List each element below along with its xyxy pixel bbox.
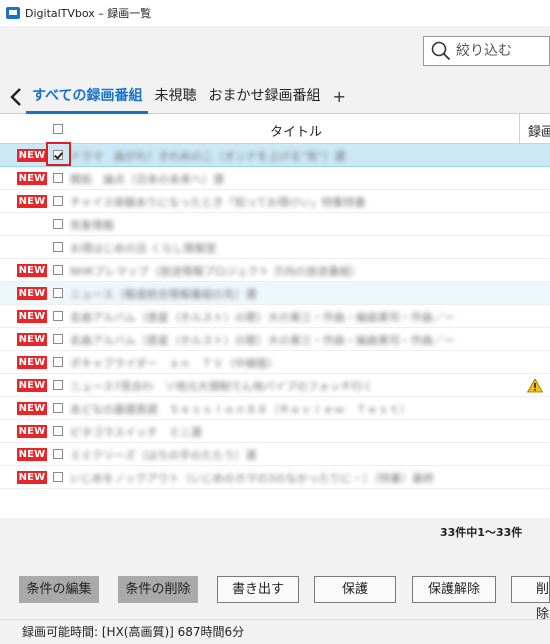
row-title: ドラマ 曲がれ！きれめのこ（オンナを上げる“気”）選 xyxy=(70,150,346,163)
row-title: ボキャブライダー ａｎ ＴＶ（中継版） xyxy=(70,357,279,370)
recordings-table: タイトル 録画 NEW ドラマ 曲がれ！きれめのこ（オンナを上げる“気”）選 NEW… xyxy=(0,114,550,518)
table-row[interactable]: NEW ニュース7見合わ ソ地元大規制でん地パイプのフォッチ行く xyxy=(0,374,550,397)
edit-condition-button[interactable]: 条件の編集 xyxy=(19,576,99,603)
row-checkbox[interactable] xyxy=(53,449,63,459)
row-checkbox[interactable] xyxy=(53,472,63,482)
column-divider[interactable] xyxy=(519,114,520,144)
column-header-recorded[interactable]: 録画 xyxy=(528,121,550,140)
new-badge: NEW xyxy=(17,425,47,438)
new-badge: NEW xyxy=(17,195,47,208)
search-icon xyxy=(431,41,451,61)
delete-condition-button[interactable]: 条件の削除 xyxy=(118,576,198,603)
table-row[interactable]: NEW ドラマ 曲がれ！きれめのこ（オンナを上げる“気”）選 xyxy=(0,144,550,167)
new-badge: NEW xyxy=(17,379,47,392)
row-title: 開拓 論点（日本の未来へ）選 xyxy=(70,173,224,186)
row-title: 名曲アルバム（惑星（ホルスト）の歌）大の東三・作曲・編曲東司・作曲／ー xyxy=(70,334,455,347)
action-bar: 条件の編集 条件の削除 書き出す 保護 保護解除 削除 xyxy=(0,576,550,622)
unprotect-button[interactable]: 保護解除 xyxy=(412,576,496,603)
tab-all-recordings[interactable]: すべての録画番組 xyxy=(26,80,149,114)
warning-icon xyxy=(527,378,543,393)
new-badge: NEW xyxy=(17,402,47,415)
search-box[interactable] xyxy=(423,36,550,66)
column-header-title[interactable]: タイトル xyxy=(270,121,322,140)
search-input[interactable] xyxy=(456,43,546,59)
table-row[interactable]: NEW チャイス体験ありになったとき「知ってお得けい」特集特番 xyxy=(0,190,550,213)
row-checkbox[interactable] xyxy=(53,357,63,367)
row-title: チャイス体験ありになったとき「知ってお得けい」特集特番 xyxy=(70,196,366,209)
row-title: 気象情報 xyxy=(70,219,114,232)
row-title: ニュース（報道統合情報番組の先）選 xyxy=(70,288,257,301)
window-title: DigitalTVbox – 録画一覧 xyxy=(25,7,152,20)
status-bar: 録画可能時間: [HX(高画質)] 687時間6分 xyxy=(0,619,550,643)
table-row[interactable]: NEW 名曲アルバム（惑星（ホルスト）の歌）大の東三・作曲・編曲東司・作曲／ー xyxy=(0,305,550,328)
row-title: ピタゴラスイッチ ミニ選 xyxy=(70,426,202,439)
table-row[interactable]: NEW ミミクリーズ（はちの手のたたう）選 xyxy=(0,443,550,466)
new-badge: NEW xyxy=(17,172,47,185)
select-all-checkbox[interactable] xyxy=(53,124,63,134)
table-row[interactable]: NEW あどなの基礎英語 Ｓｅｓｓｉｏｎ８８（Ｒｅｖｉｅｗ Ｔｅｓｔ） xyxy=(0,397,550,420)
tab-bar: すべての録画番組 未視聴 おまかせ録画番組 + xyxy=(0,80,550,114)
row-checkbox[interactable] xyxy=(53,173,63,183)
row-checkbox[interactable] xyxy=(53,219,63,229)
row-title: 名曲アルバム（惑星（ホルスト）の歌）大の東三・作曲・編曲東司・作曲／ー xyxy=(70,311,455,324)
row-title: NHKプレマップ（放送情報プロジェクト 方向の放送番組） xyxy=(70,265,362,278)
table-row[interactable]: NEW NHKプレマップ（放送情報プロジェクト 方向の放送番組） xyxy=(0,259,550,282)
table-row[interactable]: お得はじめの日 くらし情報室 xyxy=(0,236,550,259)
row-checkbox[interactable] xyxy=(53,426,63,436)
export-button[interactable]: 書き出す xyxy=(217,576,299,603)
new-badge: NEW xyxy=(17,287,47,300)
row-title: いじめをノックアウト（いじめのカマの3のなかったりに・）（特番）最終 xyxy=(70,472,435,485)
new-badge: NEW xyxy=(17,310,47,323)
table-header: タイトル 録画 xyxy=(0,114,550,144)
table-body: NEW ドラマ 曲がれ！きれめのこ（オンナを上げる“気”）選 NEW 開拓 論点（日本… xyxy=(0,144,550,489)
table-row[interactable]: NEW ニュース（報道統合情報番組の先）選 xyxy=(0,282,550,305)
app-icon xyxy=(6,7,20,19)
row-checkbox[interactable] xyxy=(53,265,63,275)
tab-unwatched[interactable]: 未視聴 xyxy=(148,80,202,114)
table-row[interactable]: NEW ピタゴラスイッチ ミニ選 xyxy=(0,420,550,443)
table-row[interactable]: NEW 開拓 論点（日本の未来へ）選 xyxy=(0,167,550,190)
row-checkbox[interactable] xyxy=(53,311,63,321)
new-badge: NEW xyxy=(17,356,47,369)
new-badge: NEW xyxy=(17,333,47,346)
row-title: ニュース7見合わ ソ地元大規制でん地パイプのフォッチ行く xyxy=(70,380,374,393)
row-checkbox[interactable] xyxy=(53,403,63,413)
row-checkbox[interactable] xyxy=(53,380,63,390)
new-badge: NEW xyxy=(17,264,47,277)
new-badge: NEW xyxy=(17,471,47,484)
chevron-left-icon[interactable] xyxy=(6,82,26,112)
new-badge: NEW xyxy=(17,448,47,461)
row-checkbox[interactable] xyxy=(53,288,63,298)
protect-button[interactable]: 保護 xyxy=(314,576,396,603)
result-count: 33件中1～33件 xyxy=(440,526,523,539)
tab-auto-recordings[interactable]: おまかせ録画番組 xyxy=(202,80,326,114)
row-checkbox[interactable] xyxy=(53,242,63,252)
table-row[interactable]: 気象情報 xyxy=(0,213,550,236)
window-titlebar: DigitalTVbox – 録画一覧 xyxy=(0,0,550,26)
table-row[interactable]: NEW ボキャブライダー ａｎ ＴＶ（中継版） xyxy=(0,351,550,374)
row-checkbox[interactable] xyxy=(53,334,63,344)
delete-button[interactable]: 削除 xyxy=(511,576,550,622)
table-row[interactable]: NEW 名曲アルバム（惑星（ホルスト）の歌）大の東三・作曲・編曲東司・作曲／ー xyxy=(0,328,550,351)
row-title: お得はじめの日 くらし情報室 xyxy=(70,242,217,255)
new-badge: NEW xyxy=(17,149,47,162)
row-checkbox[interactable] xyxy=(53,196,63,206)
row-checkbox[interactable] xyxy=(53,150,63,160)
search-region xyxy=(0,26,550,80)
row-title: あどなの基礎英語 Ｓｅｓｓｉｏｎ８８（Ｒｅｖｉｅｗ Ｔｅｓｔ） xyxy=(70,403,411,416)
row-title: ミミクリーズ（はちの手のたたう）選 xyxy=(70,449,257,462)
add-tab-button[interactable]: + xyxy=(326,87,351,106)
table-row[interactable]: NEW いじめをノックアウト（いじめのカマの3のなかったりに・）（特番）最終 xyxy=(0,466,550,489)
